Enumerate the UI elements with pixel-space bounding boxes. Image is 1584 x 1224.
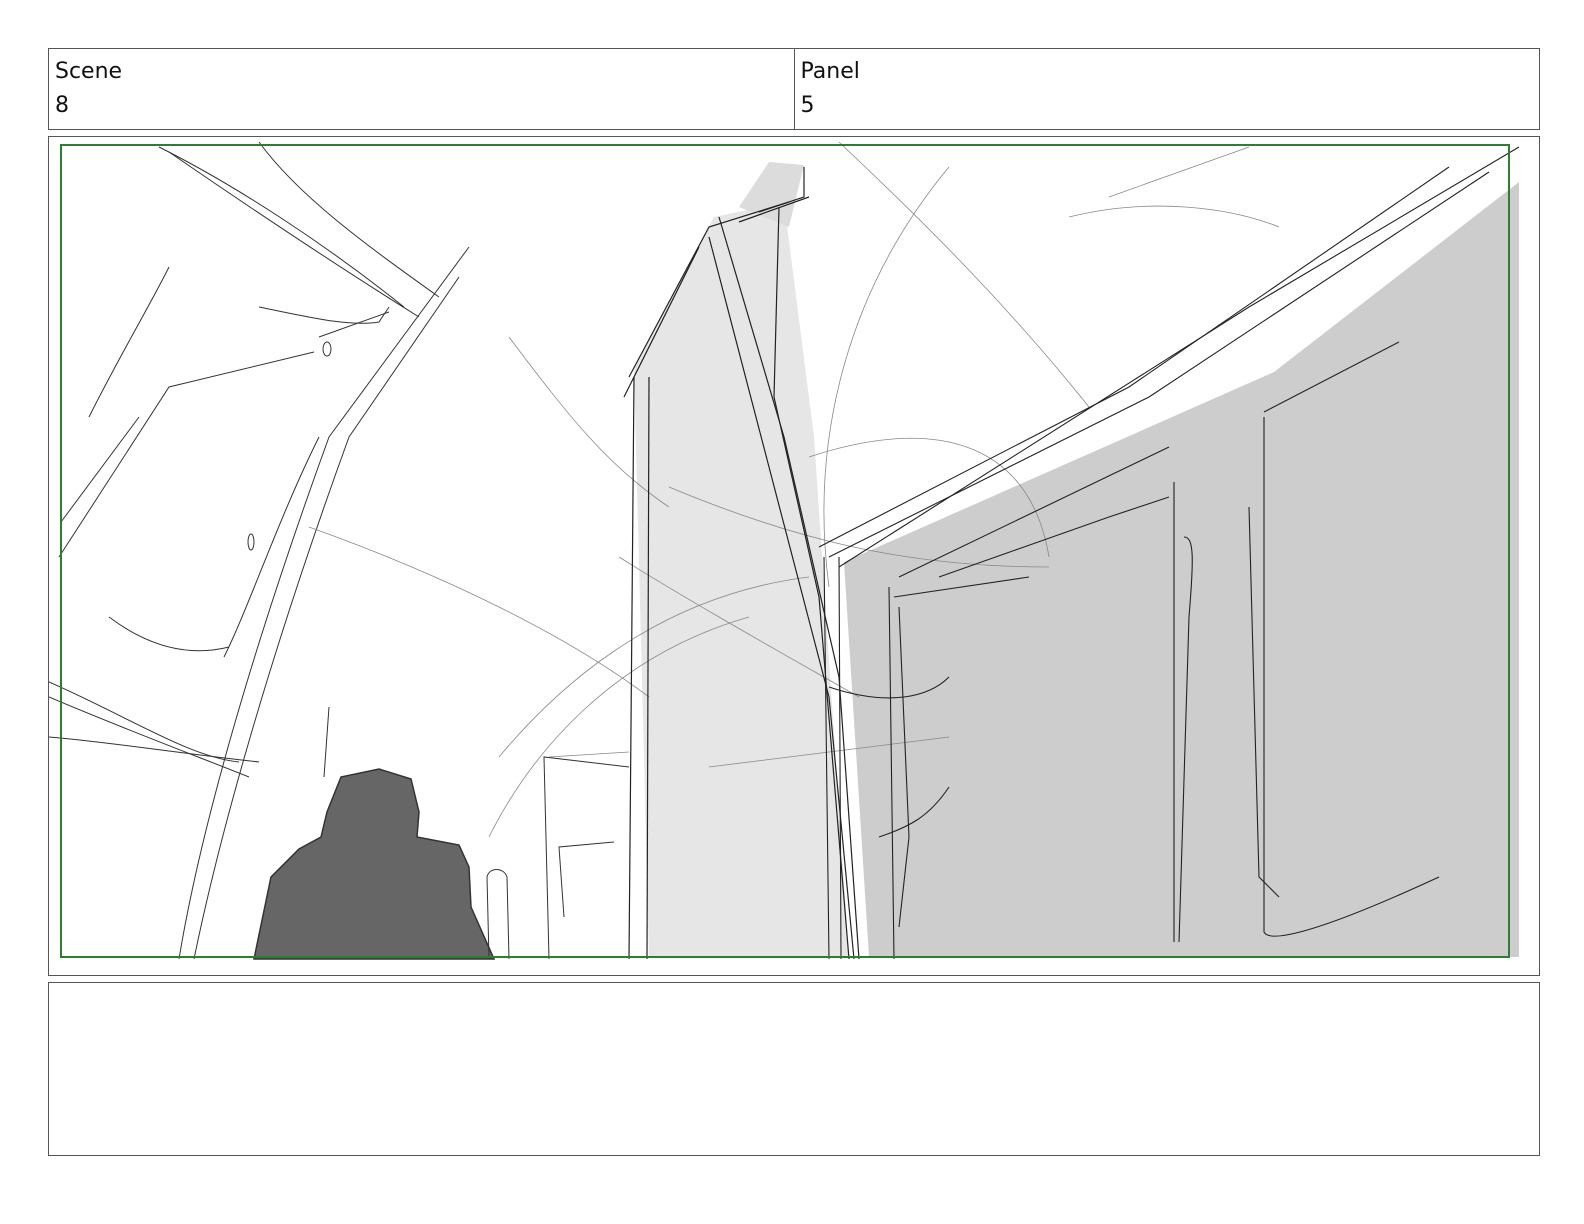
panel-label: Panel xyxy=(800,59,860,84)
panel-cell: Panel 5 xyxy=(793,49,1540,129)
figure-silhouette xyxy=(253,768,496,960)
storyboard-frame[interactable] xyxy=(48,136,1540,976)
panel-header: Scene 8 Panel 5 xyxy=(48,48,1540,130)
scene-number[interactable]: 8 xyxy=(55,89,788,123)
right-wall-fill xyxy=(844,182,1519,957)
scene-cell: Scene 8 xyxy=(49,49,794,129)
wall-mark-2 xyxy=(247,533,255,551)
panel-notes[interactable] xyxy=(48,982,1540,1156)
sketch-drawing xyxy=(49,141,1520,960)
panel-number[interactable]: 5 xyxy=(801,89,1534,123)
small-door-sketch xyxy=(486,756,630,960)
scene-label: Scene xyxy=(55,59,123,84)
ceiling-mark-1 xyxy=(322,341,332,357)
